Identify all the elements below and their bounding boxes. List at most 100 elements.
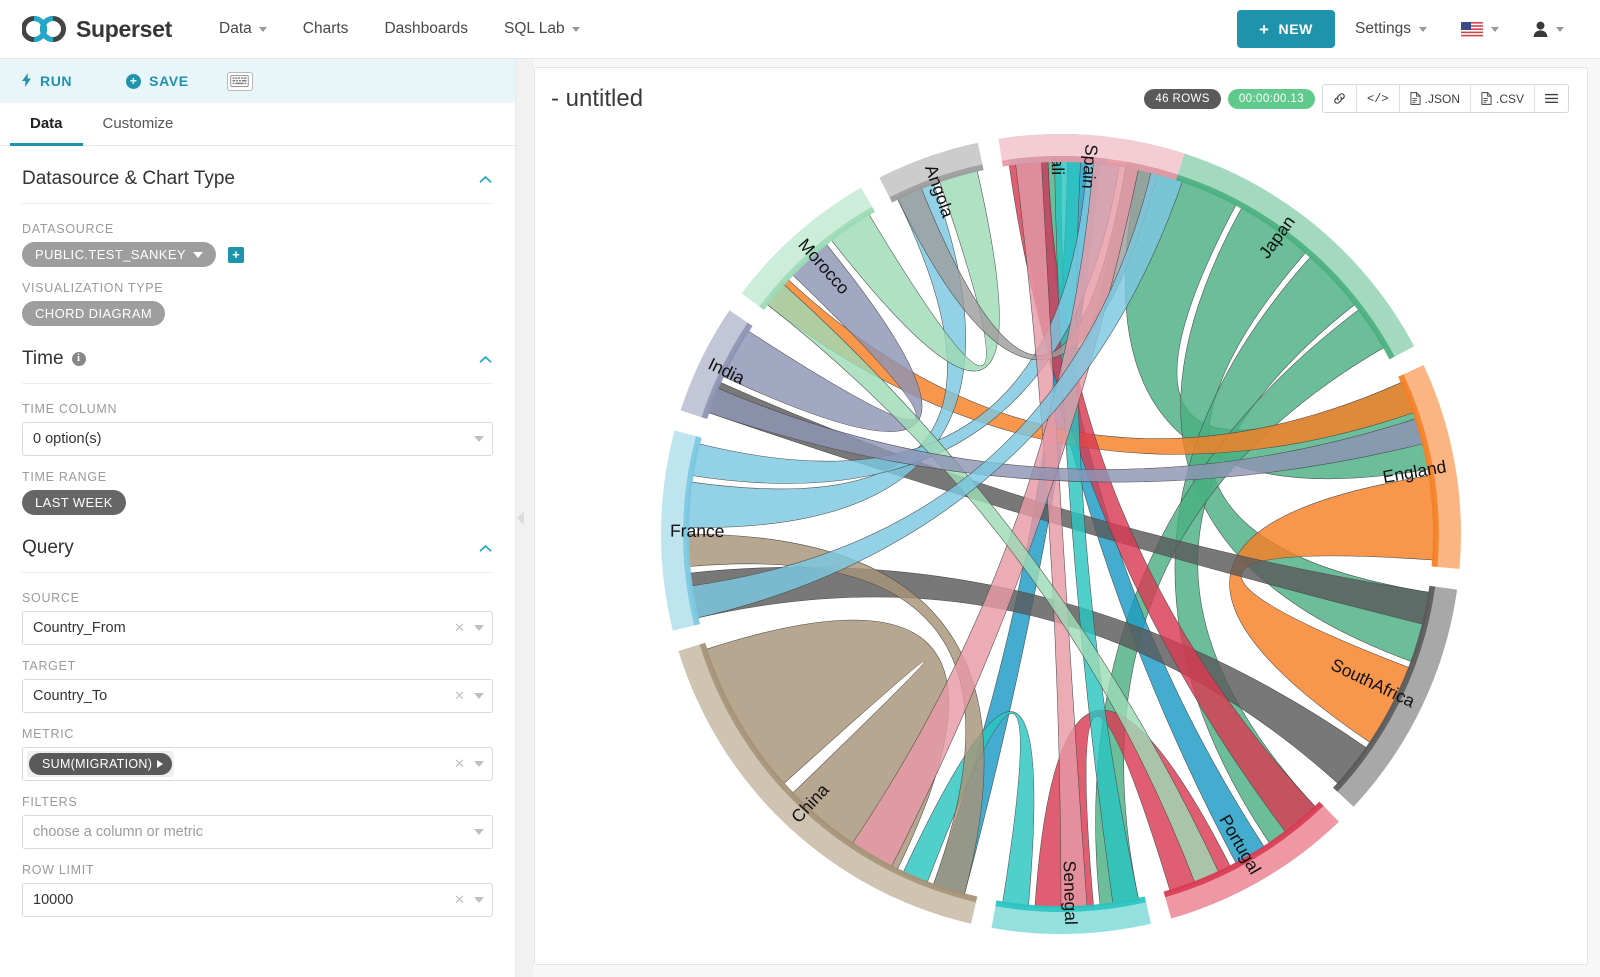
source-select[interactable]: Country_From ✕ <box>22 611 493 645</box>
time-column-label: TIME COLUMN <box>22 402 493 416</box>
superset-logo-icon <box>22 16 66 42</box>
viztype-select[interactable]: CHORD DIAGRAM <box>22 301 165 326</box>
target-value: Country_To <box>33 688 454 704</box>
chevron-up-icon[interactable] <box>478 172 493 187</box>
time-column-select[interactable]: 0 option(s) <box>22 422 493 456</box>
chevron-down-icon <box>259 27 267 32</box>
clear-icon[interactable]: ✕ <box>454 688 465 704</box>
new-button[interactable]: + NEW <box>1237 10 1335 48</box>
file-json-icon <box>1410 92 1421 105</box>
tab-customize[interactable]: Customize <box>83 103 194 146</box>
export-csv-label: .CSV <box>1496 92 1524 106</box>
keyboard-shortcuts-button[interactable] <box>227 72 253 91</box>
field-time-column: TIME COLUMN 0 option(s) <box>22 388 493 456</box>
chart-menu-button[interactable] <box>1535 85 1568 112</box>
clear-icon[interactable]: ✕ <box>454 892 465 908</box>
metric-label: METRIC <box>22 727 493 741</box>
section-datasource: Datasource & Chart Type DATASOURCE PUBLI… <box>22 146 493 326</box>
section-query-title: Query <box>22 537 74 559</box>
chevron-down-icon <box>474 761 484 767</box>
field-datasource: DATASOURCE PUBLIC.TEST_SANKEY + <box>22 208 493 267</box>
link-icon <box>1333 92 1346 105</box>
metric-chip-label: SUM(MIGRATION) <box>42 757 152 771</box>
field-time-range: TIME RANGE LAST WEEK <box>22 456 493 515</box>
nav-item-sql-lab-label: SQL Lab <box>504 20 565 38</box>
hamburger-menu-icon <box>1545 93 1558 104</box>
field-target: TARGET Country_To ✕ <box>22 645 493 713</box>
nav-item-charts[interactable]: Charts <box>286 12 366 46</box>
run-button[interactable]: RUN <box>22 73 126 90</box>
control-panel: RUN + SAVE <box>0 59 516 977</box>
brand-name: Superset <box>76 16 172 43</box>
tab-data[interactable]: Data <box>10 103 83 146</box>
filters-label: FILTERS <box>22 795 493 809</box>
field-row-limit: ROW LIMIT 10000 ✕ <box>22 849 493 917</box>
section-datasource-header[interactable]: Datasource & Chart Type <box>22 168 493 204</box>
chord-diagram[interactable]: MaliJapanEnglandSouthAfricaPortugalSeneg… <box>561 119 1561 949</box>
settings-menu[interactable]: Settings <box>1341 12 1441 46</box>
target-select[interactable]: Country_To ✕ <box>22 679 493 713</box>
add-datasource-button[interactable]: + <box>228 247 244 263</box>
filters-select[interactable]: choose a column or metric <box>22 815 493 849</box>
brand-logo-group[interactable]: Superset <box>22 16 172 43</box>
section-time: Time i TIME COLUMN 0 option(s) <box>22 326 493 515</box>
clear-icon[interactable]: ✕ <box>454 620 465 636</box>
settings-label: Settings <box>1355 20 1411 38</box>
save-button-label: SAVE <box>149 73 189 89</box>
chart-header: - untitled 46 ROWS 00:00:00.13 </> <box>535 68 1587 119</box>
chevron-up-icon[interactable] <box>478 541 493 556</box>
filters-placeholder: choose a column or metric <box>33 824 474 840</box>
plus-circle-icon: + <box>126 74 141 89</box>
user-menu[interactable] <box>1519 13 1578 45</box>
collapse-handle-icon[interactable] <box>517 511 524 525</box>
field-viztype: VISUALIZATION TYPE CHORD DIAGRAM <box>22 267 493 326</box>
metric-chip[interactable]: SUM(MIGRATION) <box>29 753 172 775</box>
nav-item-data[interactable]: Data <box>202 12 284 46</box>
chevron-down-icon <box>474 897 484 903</box>
save-button[interactable]: + SAVE <box>126 73 211 89</box>
chart-body[interactable]: MaliJapanEnglandSouthAfricaPortugalSeneg… <box>535 119 1587 964</box>
new-button-label: NEW <box>1279 21 1313 37</box>
export-json-button[interactable]: .JSON <box>1400 85 1471 112</box>
nav-item-dashboards-label: Dashboards <box>384 20 468 38</box>
chevron-down-icon <box>572 27 580 32</box>
view-query-button[interactable]: </> <box>1357 85 1400 112</box>
control-tabs: Data Customize <box>0 103 515 146</box>
chart-toolbar: 46 ROWS 00:00:00.13 </> <box>1144 84 1569 113</box>
datasource-select[interactable]: PUBLIC.TEST_SANKEY <box>22 242 216 267</box>
section-query: Query SOURCE Country_From ✕ <box>22 515 493 917</box>
info-icon[interactable]: i <box>72 352 86 366</box>
metric-select[interactable]: SUM(MIGRATION) ✕ <box>22 747 493 781</box>
tab-customize-label: Customize <box>103 115 174 132</box>
time-range-value[interactable]: LAST WEEK <box>22 490 126 515</box>
language-menu[interactable] <box>1447 14 1513 45</box>
nav-item-sql-lab[interactable]: SQL Lab <box>487 12 597 46</box>
target-label: TARGET <box>22 659 493 673</box>
field-source: SOURCE Country_From ✕ <box>22 577 493 645</box>
keyboard-icon <box>230 75 249 87</box>
time-column-value: 0 option(s) <box>33 431 474 447</box>
section-time-label: Time <box>22 348 64 370</box>
chord-group-label: Senegal <box>1060 860 1082 925</box>
chevron-down-icon <box>1419 27 1427 32</box>
main-content: RUN + SAVE <box>0 59 1600 977</box>
share-link-button[interactable] <box>1323 85 1357 112</box>
section-time-title: Time i <box>22 348 86 370</box>
row-limit-select[interactable]: 10000 ✕ <box>22 883 493 917</box>
chevron-down-icon <box>193 252 203 258</box>
export-csv-button[interactable]: .CSV <box>1471 85 1535 112</box>
panel-resize-gutter[interactable] <box>516 59 534 977</box>
control-panel-scroll[interactable]: Datasource & Chart Type DATASOURCE PUBLI… <box>0 146 515 977</box>
chart-action-bar: RUN + SAVE <box>0 59 515 103</box>
chart-title[interactable]: - untitled <box>551 85 643 113</box>
datasource-value: PUBLIC.TEST_SANKEY <box>35 247 186 262</box>
section-query-header[interactable]: Query <box>22 537 493 573</box>
nav-item-data-label: Data <box>219 20 252 38</box>
chevron-down-icon <box>1556 27 1564 32</box>
chevron-up-icon[interactable] <box>478 352 493 367</box>
clear-icon[interactable]: ✕ <box>454 756 465 772</box>
datasource-label: DATASOURCE <box>22 222 493 236</box>
section-time-header[interactable]: Time i <box>22 348 493 384</box>
chevron-down-icon <box>474 436 484 442</box>
nav-item-dashboards[interactable]: Dashboards <box>367 12 485 46</box>
